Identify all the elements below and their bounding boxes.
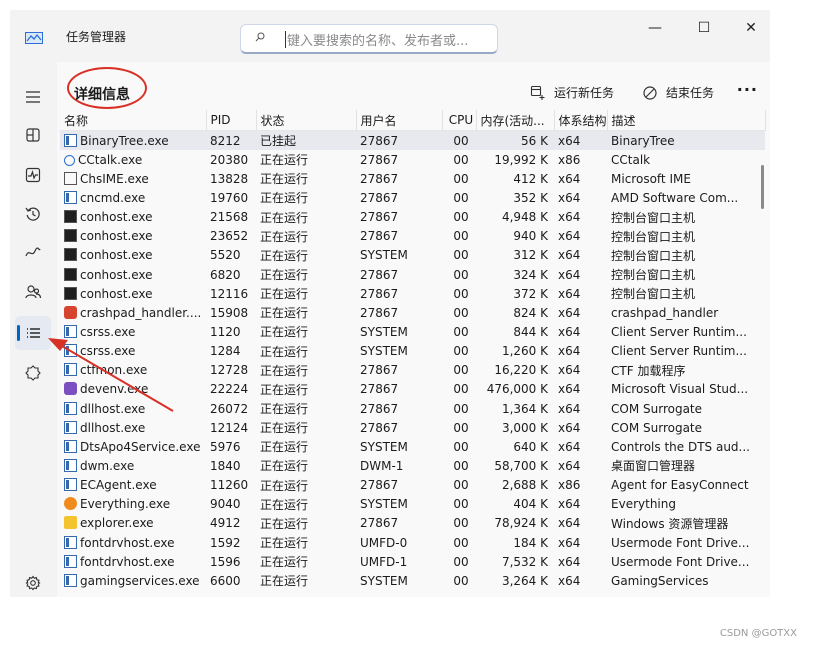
watermark: CSDN @GOTXX: [719, 628, 797, 639]
annotation-arrow: [48, 338, 174, 412]
